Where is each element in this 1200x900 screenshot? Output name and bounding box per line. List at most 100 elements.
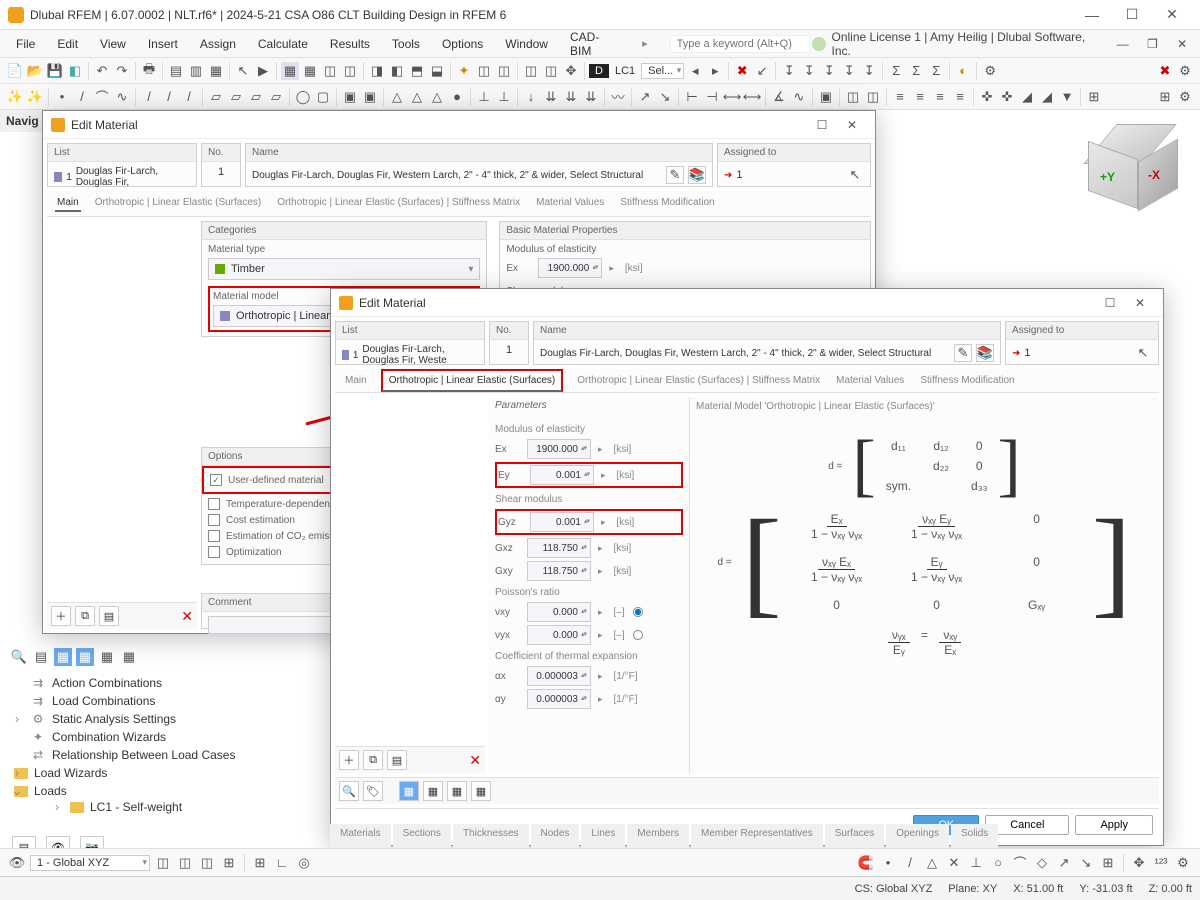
cursor-icon[interactable]: ↖ bbox=[234, 62, 252, 80]
delete-item-icon[interactable]: ✕ bbox=[181, 608, 193, 625]
tab-main[interactable]: Main bbox=[343, 369, 369, 392]
res1-icon[interactable]: ◨ bbox=[368, 62, 386, 80]
mode1-icon[interactable]: ▦ bbox=[399, 781, 419, 801]
t2-sparkle-icon[interactable]: ✨ bbox=[6, 88, 24, 106]
gxy-input[interactable]: 118.750 bbox=[527, 561, 591, 581]
menu-results[interactable]: Results bbox=[320, 33, 380, 55]
t2-open2-icon[interactable]: ▢ bbox=[314, 88, 332, 106]
b-num-icon[interactable]: ¹²³ bbox=[1152, 854, 1170, 872]
ex-input[interactable]: 1900.000 bbox=[527, 439, 591, 459]
wiz3-icon[interactable]: ◫ bbox=[495, 62, 513, 80]
bottom-tab-member-rep[interactable]: Member Representatives bbox=[691, 824, 823, 848]
new-item-icon[interactable]: ＋ bbox=[339, 750, 359, 770]
bottom-tab-nodes[interactable]: Nodes bbox=[531, 824, 580, 848]
checkbox-checked-icon[interactable] bbox=[210, 474, 222, 486]
b-mid-icon[interactable]: △ bbox=[923, 854, 941, 872]
t2-load4-icon[interactable]: ⇊ bbox=[582, 88, 600, 106]
t2-line-icon[interactable]: / bbox=[73, 88, 91, 106]
t2-sec2-icon[interactable]: ⊥ bbox=[495, 88, 513, 106]
save-icon[interactable]: 💾 bbox=[46, 62, 64, 80]
menu-cadbim[interactable]: CAD-BIM bbox=[560, 26, 630, 62]
filter-item-icon[interactable]: ▤ bbox=[99, 606, 119, 626]
t2-support3-icon[interactable]: △ bbox=[428, 88, 446, 106]
t2-tool5-icon[interactable]: ▼ bbox=[1058, 88, 1076, 106]
chevron-icon[interactable]: › bbox=[10, 766, 24, 780]
print-icon[interactable]: 🖶 bbox=[140, 62, 158, 80]
mode2-icon[interactable]: ▦ bbox=[423, 781, 443, 801]
b-tan-icon[interactable]: ⌒ bbox=[1011, 854, 1029, 872]
ortho-icon[interactable]: ∟ bbox=[273, 854, 291, 872]
doc-minimize-button[interactable]: — bbox=[1111, 30, 1135, 58]
tab-ortho-stiff[interactable]: Orthotropic | Linear Elastic (Surfaces) … bbox=[275, 195, 522, 212]
radio-icon[interactable] bbox=[633, 630, 643, 640]
eye-status-icon[interactable]: 👁 bbox=[8, 854, 26, 872]
t2-node-icon[interactable]: • bbox=[53, 88, 71, 106]
dialog2-close-button[interactable]: ✕ bbox=[1125, 290, 1155, 316]
bottom-tab-members[interactable]: Members bbox=[627, 824, 689, 848]
t2-support-icon[interactable]: △ bbox=[388, 88, 406, 106]
t2-load2-icon[interactable]: ⇊ bbox=[542, 88, 560, 106]
t2-surf2-icon[interactable]: ▱ bbox=[227, 88, 245, 106]
menu-calculate[interactable]: Calculate bbox=[248, 33, 318, 55]
bottom-tab-openings[interactable]: Openings bbox=[886, 824, 949, 848]
tree-view3-icon[interactable]: ▦ bbox=[98, 648, 116, 666]
redo-icon[interactable]: ↷ bbox=[113, 62, 131, 80]
b-perp-icon[interactable]: ⊥ bbox=[967, 854, 985, 872]
calc-icon[interactable]: ▶ bbox=[254, 62, 272, 80]
material-type-dropdown[interactable]: Timber bbox=[208, 258, 480, 280]
doc-restore-button[interactable]: ❐ bbox=[1141, 30, 1165, 58]
view-selector[interactable]: 1 - Global XYZ bbox=[30, 855, 150, 871]
next-icon[interactable]: ▸ bbox=[706, 62, 724, 80]
mode4-icon[interactable]: ▦ bbox=[471, 781, 491, 801]
dialog1-close-button[interactable]: ✕ bbox=[837, 112, 867, 138]
menu-view[interactable]: View bbox=[90, 33, 136, 55]
open-icon[interactable]: 📂 bbox=[26, 62, 44, 80]
b-line-icon[interactable]: / bbox=[901, 854, 919, 872]
menu-file[interactable]: File bbox=[6, 33, 45, 55]
snap4-icon[interactable]: ⊞ bbox=[220, 854, 238, 872]
dialog2-titlebar[interactable]: Edit Material ☐ ✕ bbox=[331, 289, 1163, 317]
x2-icon[interactable]: ↙ bbox=[753, 62, 771, 80]
cube-icon[interactable]: ◧ bbox=[66, 62, 84, 80]
triangle-icon[interactable] bbox=[595, 629, 606, 641]
view2-icon[interactable]: ▦ bbox=[301, 62, 319, 80]
lc-label[interactable]: LC1 bbox=[611, 65, 639, 77]
t2-table-icon[interactable]: ⊞ bbox=[1156, 88, 1174, 106]
load2-icon[interactable]: ↧ bbox=[800, 62, 818, 80]
t2-arrow2-icon[interactable]: ↘ bbox=[656, 88, 674, 106]
snap2-icon[interactable]: ◫ bbox=[176, 854, 194, 872]
nav2-icon[interactable]: ◫ bbox=[542, 62, 560, 80]
t2-angle-icon[interactable]: ∡ bbox=[770, 88, 788, 106]
ay-input[interactable]: 0.000003 bbox=[527, 689, 591, 709]
triangle-icon[interactable] bbox=[598, 469, 609, 481]
b-node-icon[interactable]: • bbox=[879, 854, 897, 872]
bottom-tab-thicknesses[interactable]: Thicknesses bbox=[453, 824, 529, 848]
res2-icon[interactable]: ◧ bbox=[388, 62, 406, 80]
b-near-icon[interactable]: ◇ bbox=[1033, 854, 1051, 872]
t2-ext3-icon[interactable]: ≡ bbox=[931, 88, 949, 106]
maximize-button[interactable]: ☐ bbox=[1112, 1, 1152, 29]
list-item[interactable]: 1 Douglas Fir-Larch, Douglas Fir, Weste bbox=[336, 340, 484, 370]
t2-sec-icon[interactable]: ⊥ bbox=[475, 88, 493, 106]
sum2-icon[interactable]: Σ bbox=[907, 62, 925, 80]
tree-load-combinations[interactable]: ⇉Load Combinations bbox=[10, 692, 330, 710]
undo-icon[interactable]: ↶ bbox=[93, 62, 111, 80]
b-int-icon[interactable]: ✕ bbox=[945, 854, 963, 872]
tree-action-combinations[interactable]: ⇉Action Combinations bbox=[10, 674, 330, 692]
t2-sine-icon[interactable]: ∿ bbox=[790, 88, 808, 106]
t2-dim3-icon[interactable]: ⟷ bbox=[723, 88, 741, 106]
sum1-icon[interactable]: Σ bbox=[887, 62, 905, 80]
tab-mat-vals[interactable]: Material Values bbox=[834, 369, 906, 392]
t2-ext4-icon[interactable]: ≡ bbox=[951, 88, 969, 106]
library-icon[interactable]: 📚 bbox=[976, 344, 994, 362]
t2-surf3-icon[interactable]: ▱ bbox=[247, 88, 265, 106]
triangle-icon[interactable] bbox=[595, 542, 606, 554]
b-coord-icon[interactable]: ✥ bbox=[1130, 854, 1148, 872]
tree-search-icon[interactable]: 🔍 bbox=[10, 648, 28, 666]
view4-icon[interactable]: ◫ bbox=[341, 62, 359, 80]
dialog1-maximize-button[interactable]: ☐ bbox=[807, 112, 837, 138]
snap3-icon[interactable]: ◫ bbox=[198, 854, 216, 872]
ax-input[interactable]: 0.000003 bbox=[527, 666, 591, 686]
library-icon[interactable]: 📚 bbox=[688, 166, 706, 184]
tab-main[interactable]: Main bbox=[55, 195, 81, 212]
